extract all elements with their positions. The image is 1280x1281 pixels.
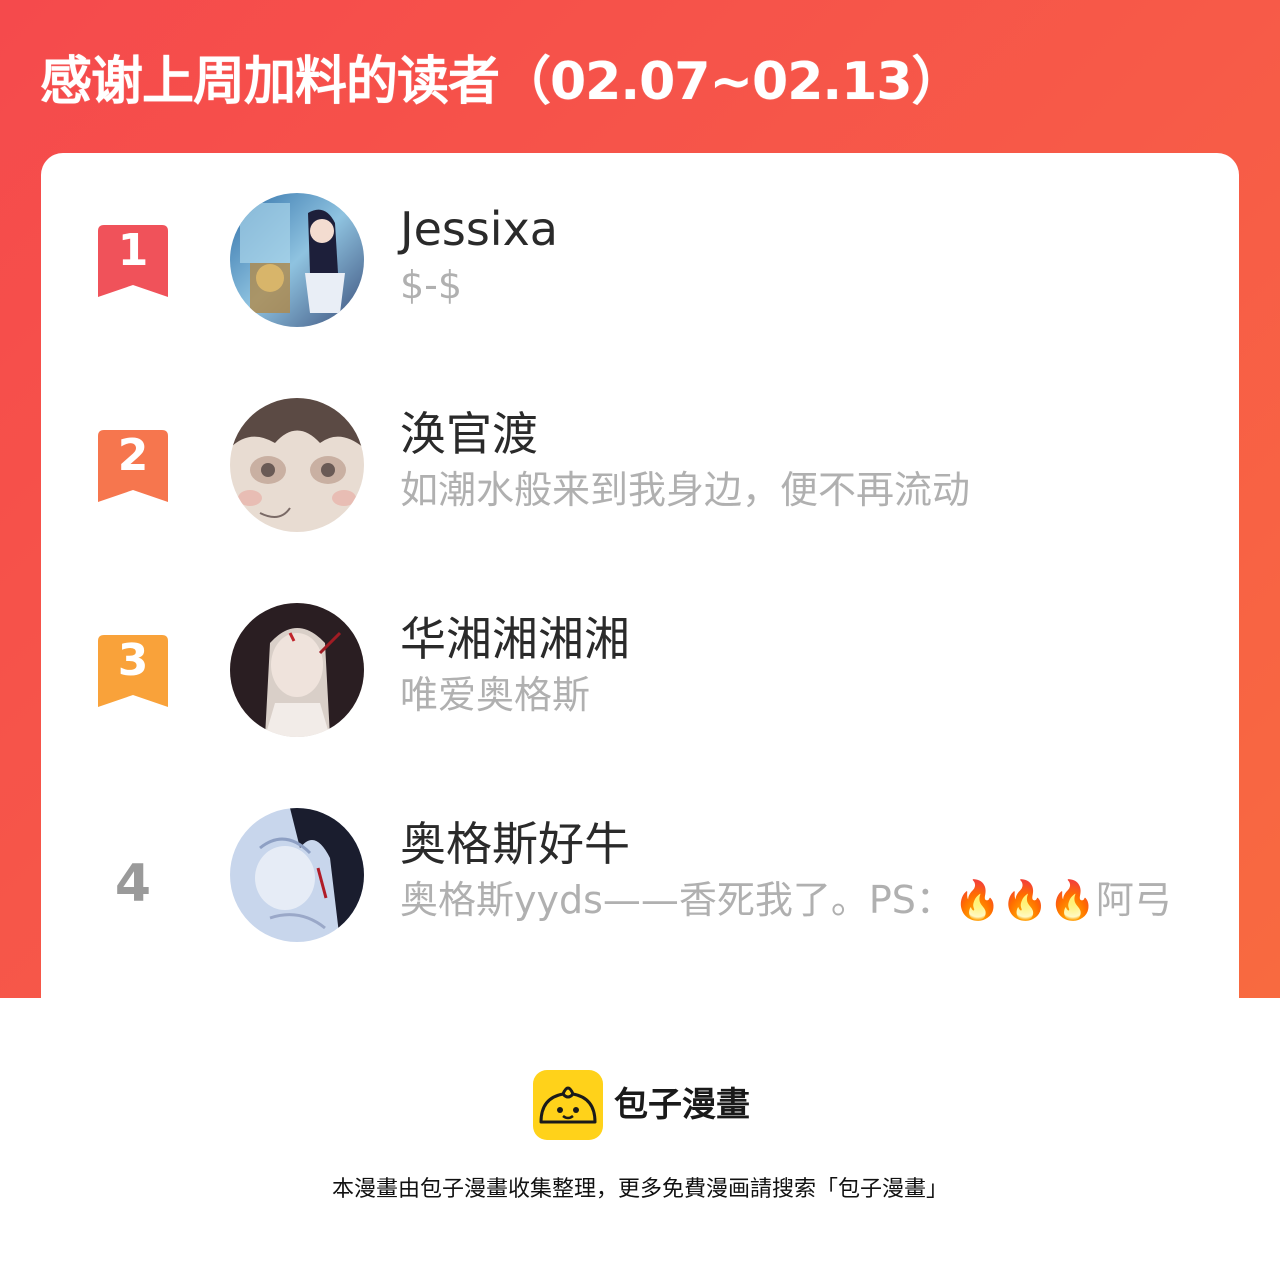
- header-banner: 感谢上周加料的读者（02.07~02.13） 1 Jessixa $-$ 2 涣…: [0, 0, 1280, 998]
- rank-ribbon-icon: 1: [98, 225, 168, 297]
- rank-number: 3: [117, 635, 149, 686]
- reader-name: 涣官渡: [400, 407, 538, 461]
- avatar[interactable]: [230, 193, 364, 327]
- avatar[interactable]: [230, 398, 364, 532]
- reader-row[interactable]: 1 Jessixa $-$: [41, 193, 1239, 333]
- reader-row[interactable]: 4 奥格斯好牛 奥格斯yyds——香死我了。PS：🔥🔥🔥阿弓: [41, 808, 1239, 948]
- avatar[interactable]: [230, 808, 364, 942]
- reader-name: 奥格斯好牛: [400, 817, 630, 871]
- reader-name: 华湘湘湘湘: [400, 612, 630, 666]
- footer-note: 本漫畫由包子漫畫收集整理，更多免費漫画請搜索「包子漫畫」: [331, 1177, 948, 1202]
- rank-number: 4: [114, 854, 152, 914]
- reader-motto: 唯爱奥格斯: [400, 673, 591, 717]
- bun-logo-icon: [533, 1070, 603, 1140]
- rank-ribbon-icon: 2: [98, 430, 168, 502]
- reader-row[interactable]: 3 华湘湘湘湘 唯爱奥格斯: [41, 603, 1239, 743]
- page-title: 感谢上周加料的读者（02.07~02.13）: [40, 52, 964, 112]
- reader-motto: 奥格斯yyds——香死我了。PS：🔥🔥🔥阿弓: [400, 878, 1172, 922]
- rank-number: 1: [117, 225, 149, 276]
- reader-list-card: 1 Jessixa $-$ 2 涣官渡 如潮水般来到我身边，便不再流动 3 华湘…: [41, 153, 1239, 998]
- reader-row[interactable]: 2 涣官渡 如潮水般来到我身边，便不再流动: [41, 398, 1239, 538]
- reader-motto: 如潮水般来到我身边，便不再流动: [400, 468, 971, 512]
- reader-name: Jessixa: [400, 202, 558, 256]
- brand-name: 包子漫畫: [614, 1085, 750, 1125]
- rank-number: 2: [117, 430, 149, 481]
- reader-motto: $-$: [400, 263, 463, 307]
- avatar[interactable]: [230, 603, 364, 737]
- rank-ribbon-icon: 3: [98, 635, 168, 707]
